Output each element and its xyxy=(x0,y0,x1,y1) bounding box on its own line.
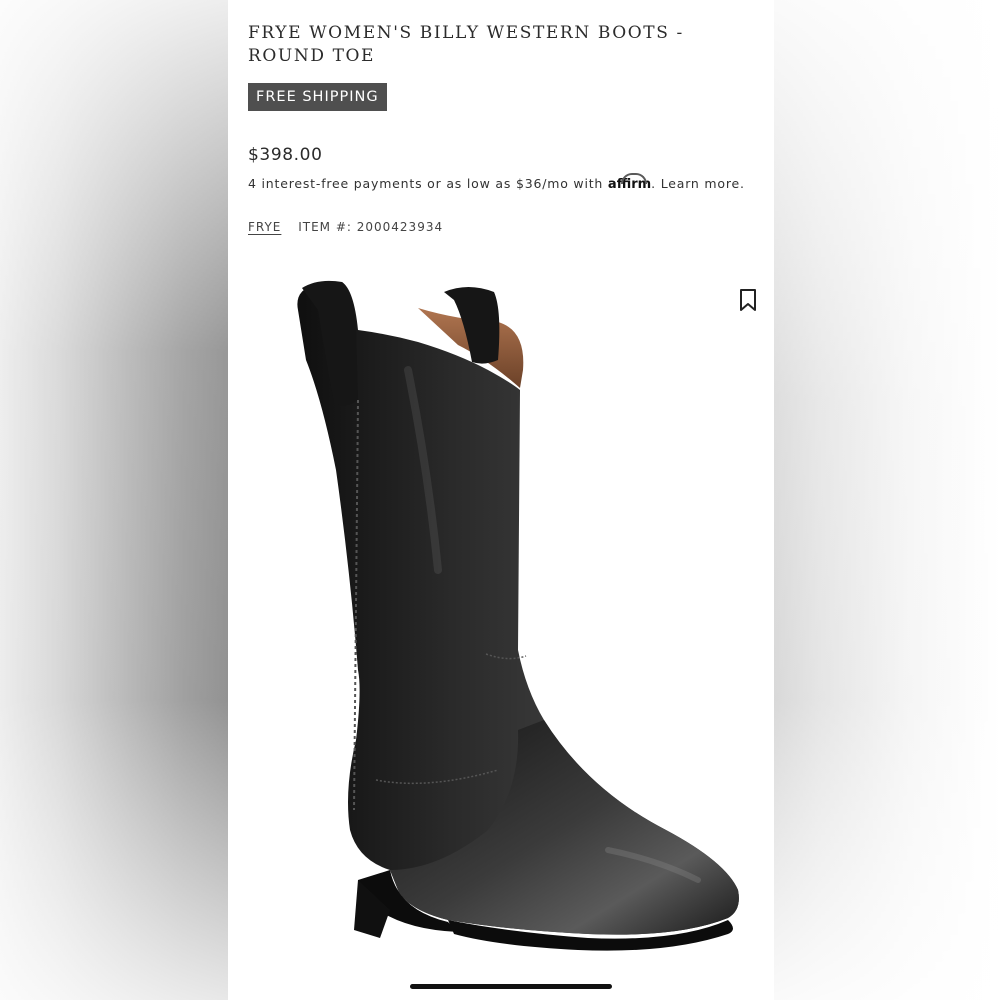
financing-text: 4 interest-free payments or as low as $3… xyxy=(248,176,604,191)
financing-period: . xyxy=(651,176,656,191)
home-indicator xyxy=(410,984,612,989)
product-meta: FRYE ITEM #: 2000423934 xyxy=(248,220,443,234)
product-price: $398.00 xyxy=(248,145,323,165)
product-page: FRYE WOMEN'S BILLY WESTERN BOOTS - ROUND… xyxy=(228,0,774,1000)
bookmark-icon[interactable] xyxy=(738,288,758,312)
screenshot-frame: FRYE WOMEN'S BILLY WESTERN BOOTS - ROUND… xyxy=(0,0,1000,1000)
free-shipping-badge: FREE SHIPPING xyxy=(248,83,387,111)
product-title: FRYE WOMEN'S BILLY WESTERN BOOTS - ROUND… xyxy=(248,23,684,66)
item-number: ITEM #: 2000423934 xyxy=(298,220,444,234)
brand-link[interactable]: FRYE xyxy=(248,220,281,234)
learn-more-link[interactable]: Learn more. xyxy=(661,176,745,191)
affirm-logo: affirm xyxy=(607,177,652,192)
financing-message: 4 interest-free payments or as low as $3… xyxy=(248,176,745,192)
blurred-background-left xyxy=(0,0,228,1000)
blurred-background-right xyxy=(774,0,1000,1000)
product-image xyxy=(297,280,739,951)
